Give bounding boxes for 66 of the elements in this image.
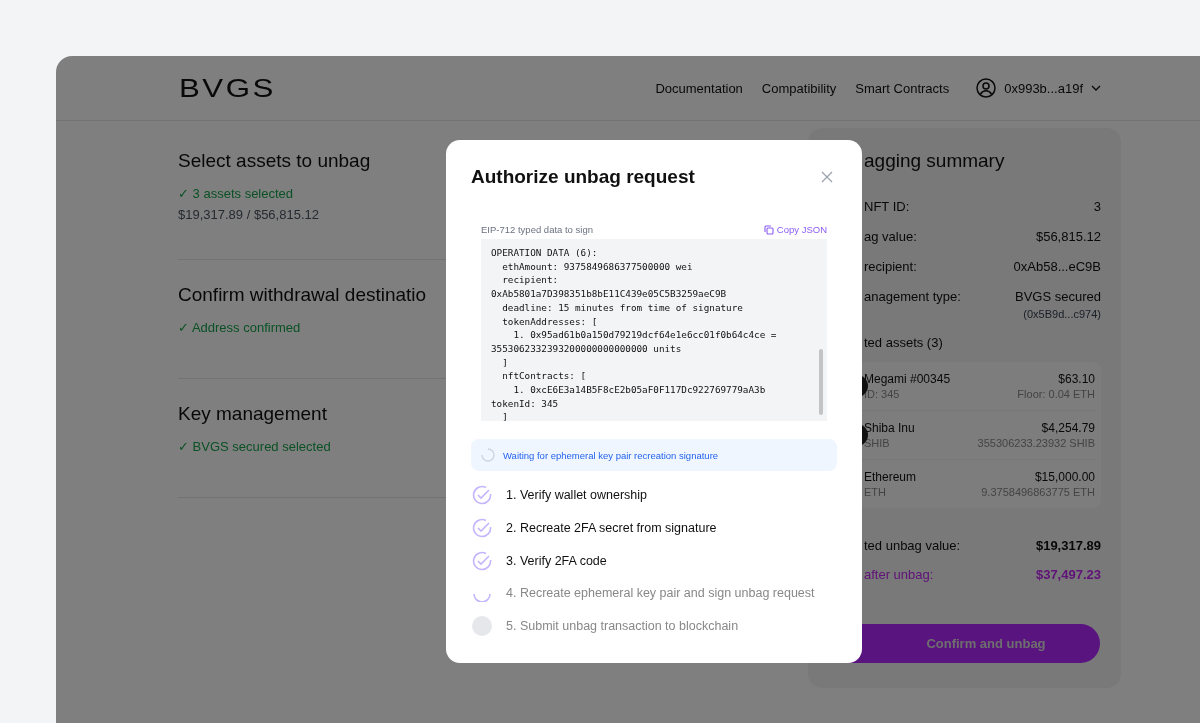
status-text: ✓ Address confirmed	[178, 320, 302, 335]
code-line: 0xAb5801a7D398351b8bE11C439e05C5B3259aeC9B	[491, 287, 728, 301]
asset-symbol: SHIB	[864, 437, 891, 449]
summary-label: anagement type:	[864, 289, 961, 306]
section-title: Select assets to unbag	[178, 150, 372, 172]
scrollbar[interactable]	[819, 349, 823, 415]
step-label: 4. Recreate ephemeral key pair and sign unbag request	[506, 586, 815, 601]
total-label: ted unbag value:	[864, 538, 961, 553]
section-title: Key management	[178, 403, 328, 425]
summary-value: BVGS secured	[1015, 289, 1101, 304]
asset-symbol: ETH	[864, 486, 887, 498]
code-line: ethAmount: 9375849686377500000 wei	[501, 259, 694, 274]
asset-value: $63.10	[1058, 372, 1095, 386]
code-line: 1. 0xcE6E3a14B5F8cE2b05aF0F117Dc922769779aA3b	[512, 383, 767, 397]
code-line: OPERATION DATA (6):	[491, 246, 599, 260]
spinner-icon	[481, 448, 495, 462]
summary-label: ag value:	[864, 229, 917, 244]
assets-label: ted assets (3)	[864, 335, 944, 350]
step-label: 1. Verify wallet ownership	[506, 488, 648, 503]
close-icon[interactable]	[821, 171, 833, 183]
code-line: deadline: 15 minutes from time of signature	[501, 300, 744, 315]
asset-name: Ethereum	[864, 470, 917, 484]
section-title: Confirm withdrawal destinatio	[178, 284, 428, 306]
summary-value: 3	[1093, 199, 1101, 214]
modal-title: Authorize unbag request	[471, 166, 695, 188]
code-line: 3553062332393200000000000000 units	[491, 341, 683, 356]
total-label: after unbag:	[864, 567, 934, 582]
address-note: (0x5B9d...c974)	[1023, 308, 1101, 320]
account-button[interactable]: 0x993b...a19f	[976, 78, 1101, 98]
summary-value: 0xAb58...eC9B	[1013, 259, 1101, 274]
step-label: 2. Recreate 2FA secret from signature	[506, 521, 717, 536]
data-label: EIP-712 typed data to sign	[481, 224, 593, 235]
status-text: ✓ BVGS secured selected	[178, 439, 332, 454]
copy-icon	[763, 224, 774, 235]
chevron-down-icon	[1091, 85, 1101, 91]
asset-value: $15,000.00	[1034, 470, 1095, 484]
status-text: ✓ 3 assets selected	[178, 186, 295, 201]
value-text: $19,317.89 / $56,815.12	[178, 207, 320, 222]
nav-link[interactable]: Compatibility	[761, 80, 837, 96]
asset-amount: 355306233.23932 SHIB	[977, 437, 1095, 449]
total-value: $37,497.23	[1035, 567, 1101, 582]
asset-amount: Floor: 0.04 ETH	[1017, 388, 1095, 400]
code-line: ]	[501, 410, 509, 421]
summary-value: $56,815.12	[1035, 229, 1101, 244]
nav-link[interactable]: Smart Contracts	[855, 80, 950, 96]
user-icon	[976, 78, 997, 98]
summary-label: recipient:	[864, 259, 917, 274]
copy-json-link[interactable]: Copy JSON	[763, 224, 827, 235]
asset-name: Megami #00345	[864, 372, 951, 386]
code-line: 1. 0x95ad61b0a150d79219dcf64e1e6cc01f0b64c4ce =	[512, 328, 778, 342]
step-label: 5. Submit unbag transaction to blockchain	[506, 619, 739, 634]
total-value: $19,317.89	[1035, 538, 1101, 553]
logo[interactable]: BVGS	[179, 73, 276, 103]
summary-label: NFT ID:	[864, 199, 910, 214]
nav-link[interactable]: Documentation	[655, 80, 743, 96]
code-line: tokenId: 345	[491, 396, 560, 411]
code-line: recipient:	[501, 273, 560, 288]
status-message: Waiting for ephemeral key pair recreation signature	[503, 449, 719, 461]
code-line: nftContracts: [	[501, 369, 588, 384]
asset-value: $4,254.79	[1041, 421, 1095, 435]
code-line: tokenAddresses: [	[501, 314, 599, 329]
step-label: 3. Verify 2FA code	[506, 553, 607, 568]
code-line: ]	[501, 355, 509, 370]
asset-name: Shiba Inu	[864, 421, 915, 435]
panel-title: agging summary	[864, 150, 1006, 172]
asset-amount: 9.3758496863775 ETH	[981, 486, 1095, 498]
